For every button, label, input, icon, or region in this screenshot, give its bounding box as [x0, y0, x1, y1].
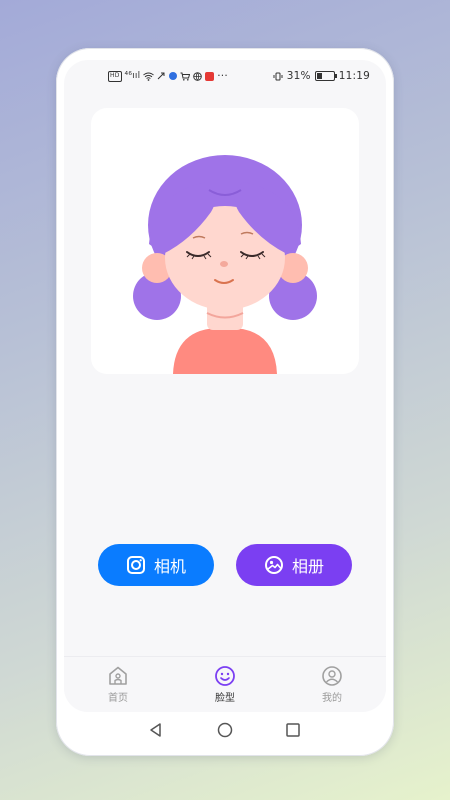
user-icon: [322, 666, 342, 686]
clock: 11:19: [338, 70, 370, 82]
face-icon: [215, 666, 235, 686]
app-screen: HD ⁴⁶ııl ··· 31% 11:19 相机 相册 首页 脸型 我的: [64, 60, 386, 712]
back-icon[interactable]: [148, 722, 164, 738]
camera-button[interactable]: 相机: [98, 544, 214, 586]
status-left: HD ⁴⁶ııl ···: [108, 70, 228, 82]
transfer-icon: [157, 72, 165, 79]
home-nav-icon[interactable]: [217, 722, 233, 738]
system-nav-bar: [64, 712, 386, 750]
avatar-illustration: [133, 155, 317, 374]
battery-icon: [314, 71, 337, 81]
tab-mine-label: 我的: [322, 693, 342, 704]
app-notification-icon: [169, 72, 178, 80]
camera-icon: [126, 556, 145, 574]
more-notifications-icon: ···: [217, 70, 228, 82]
vibrate-icon: [273, 72, 283, 80]
album-button[interactable]: 相册: [236, 544, 352, 586]
tab-home-label: 首页: [108, 693, 128, 704]
video-app-icon: [205, 71, 215, 81]
signal-icon: ⁴⁶ııl: [124, 71, 141, 81]
home-icon: [109, 666, 127, 685]
status-bar: HD ⁴⁶ııl ··· 31% 11:19: [64, 60, 386, 92]
tab-face[interactable]: 脸型: [195, 665, 255, 704]
album-icon: [264, 556, 283, 574]
album-button-label: 相册: [291, 557, 324, 576]
tab-mine[interactable]: 我的: [302, 665, 362, 704]
avatar-preview-card: [91, 108, 359, 374]
tab-face-label: 脸型: [215, 693, 235, 704]
battery-percent: 31%: [286, 70, 311, 82]
tab-home[interactable]: 首页: [88, 665, 148, 704]
camera-button-label: 相机: [153, 557, 186, 576]
status-right: 31% 11:19: [273, 70, 370, 82]
globe-icon: [193, 71, 203, 81]
recents-icon[interactable]: [285, 722, 301, 738]
cart-icon: [180, 72, 191, 81]
wifi-icon: [143, 72, 155, 81]
bottom-tab-bar: 首页 脸型 我的: [64, 656, 386, 712]
hd-icon: HD: [108, 70, 122, 82]
